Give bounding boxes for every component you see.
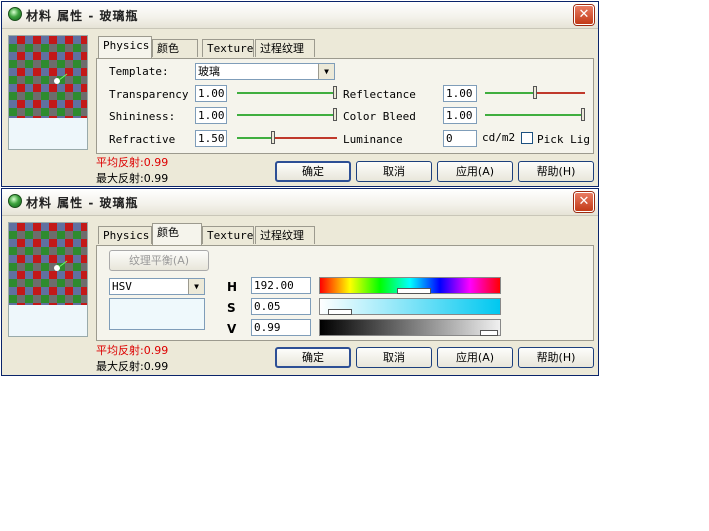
tab-texture[interactable]: Texture	[202, 39, 254, 57]
tab-physics[interactable]: Physics	[98, 226, 152, 244]
pick-light-checkbox[interactable]	[521, 132, 533, 144]
cancel-button[interactable]: 取消	[356, 347, 432, 368]
luminance-input[interactable]: 0	[443, 130, 477, 147]
close-button[interactable]: ✕	[574, 192, 594, 212]
transparency-label: Transparency	[109, 88, 189, 101]
title-bar[interactable]: 材料 属性 - 玻璃瓶 ✕	[2, 2, 598, 29]
luminance-label: Luminance	[343, 133, 403, 146]
physics-panel: Template: 玻璃 ▼ Transparency 1.00 Reflect…	[96, 58, 594, 154]
average-reflect-text: 平均反射:0.99	[96, 344, 169, 357]
shininess-input[interactable]: 1.00	[195, 107, 227, 124]
close-icon: ✕	[578, 194, 590, 209]
app-icon	[8, 7, 22, 21]
app-icon	[8, 194, 22, 208]
slider-thumb[interactable]	[581, 108, 585, 121]
ok-button[interactable]: 确定	[275, 347, 351, 368]
slider-track	[485, 114, 585, 116]
material-properties-window-color: 材料 属性 - 玻璃瓶 ✕ Physics 颜色 Texture 过程纹理 纹理…	[1, 188, 599, 376]
slider-thumb[interactable]	[333, 108, 337, 121]
s-label: S	[227, 301, 236, 315]
hue-input[interactable]: 192.00	[251, 277, 311, 294]
saturation-input[interactable]: 0.05	[251, 298, 311, 315]
sphere-preview-image	[9, 223, 87, 305]
slider-thumb[interactable]	[271, 131, 275, 144]
sphere-preview-image	[9, 36, 87, 118]
saturation-bar[interactable]	[319, 298, 501, 315]
tab-color[interactable]: 颜色	[152, 39, 198, 57]
close-icon: ✕	[578, 7, 590, 22]
transparency-slider[interactable]	[237, 85, 337, 101]
tab-physics[interactable]: Physics	[98, 36, 152, 58]
ok-button[interactable]: 确定	[275, 161, 351, 182]
tab-procedural-texture[interactable]: 过程纹理	[255, 226, 315, 244]
template-select[interactable]: 玻璃 ▼	[195, 63, 335, 80]
reflectance-input[interactable]: 1.00	[443, 85, 477, 102]
slider-track	[237, 114, 337, 116]
close-button[interactable]: ✕	[574, 5, 594, 25]
color-panel: 纹理平衡(A) HSV ▼ H 192.00 S 0.05 V 0.99	[96, 245, 594, 341]
refractive-label: Refractive	[109, 133, 176, 146]
average-reflect-text: 平均反射:0.99	[96, 156, 169, 169]
cancel-button[interactable]: 取消	[356, 161, 432, 182]
apply-button[interactable]: 应用(A)	[437, 347, 513, 368]
material-preview	[8, 35, 88, 150]
color-model-value: HSV	[112, 280, 132, 293]
max-reflect-text: 最大反射:0.99	[96, 360, 169, 373]
pick-light-label: Pick Lig	[537, 133, 590, 146]
chevron-down-icon[interactable]: ▼	[318, 64, 334, 79]
window-title: 材料 属性 - 玻璃瓶	[26, 196, 139, 210]
tab-texture[interactable]: Texture	[202, 226, 254, 244]
saturation-marker[interactable]	[328, 309, 352, 315]
template-label: Template:	[109, 65, 169, 78]
reflectance-label: Reflectance	[343, 88, 416, 101]
tab-color[interactable]: 颜色	[152, 223, 202, 245]
template-value: 玻璃	[198, 65, 220, 78]
window-title: 材料 属性 - 玻璃瓶	[26, 9, 139, 23]
reflectance-slider[interactable]	[485, 85, 585, 101]
help-button[interactable]: 帮助(H)	[518, 347, 594, 368]
luminance-unit: cd/m2	[482, 131, 516, 144]
value-bar[interactable]	[319, 319, 501, 336]
color-bleed-input[interactable]: 1.00	[443, 107, 477, 124]
slider-track	[237, 137, 337, 139]
transparency-input[interactable]: 1.00	[195, 85, 227, 102]
slider-thumb[interactable]	[333, 86, 337, 99]
color-swatch	[109, 298, 205, 330]
apply-button[interactable]: 应用(A)	[437, 161, 513, 182]
help-button[interactable]: 帮助(H)	[518, 161, 594, 182]
hue-marker[interactable]	[397, 288, 431, 294]
tab-procedural-texture[interactable]: 过程纹理	[255, 39, 315, 57]
hue-bar[interactable]	[319, 277, 501, 294]
color-model-select[interactable]: HSV ▼	[109, 278, 205, 295]
color-bleed-slider[interactable]	[485, 107, 585, 123]
h-label: H	[227, 280, 238, 294]
material-preview	[8, 222, 88, 337]
color-bleed-label: Color Bleed	[343, 110, 416, 123]
chevron-down-icon[interactable]: ▼	[188, 279, 204, 294]
material-properties-window-physics: 材料 属性 - 玻璃瓶 ✕ Physics 颜色 Texture 过程纹理 Te…	[1, 1, 599, 187]
slider-thumb[interactable]	[533, 86, 537, 99]
refractive-input[interactable]: 1.50	[195, 130, 227, 147]
max-reflect-text: 最大反射:0.99	[96, 172, 169, 185]
shininess-label: Shininess:	[109, 110, 176, 123]
v-label: V	[227, 322, 237, 336]
slider-track	[237, 92, 337, 94]
title-bar[interactable]: 材料 属性 - 玻璃瓶 ✕	[2, 189, 598, 216]
value-marker[interactable]	[480, 330, 498, 336]
value-input[interactable]: 0.99	[251, 319, 311, 336]
shininess-slider[interactable]	[237, 107, 337, 123]
refractive-slider[interactable]	[237, 130, 337, 146]
texture-balance-button[interactable]: 纹理平衡(A)	[109, 250, 209, 271]
